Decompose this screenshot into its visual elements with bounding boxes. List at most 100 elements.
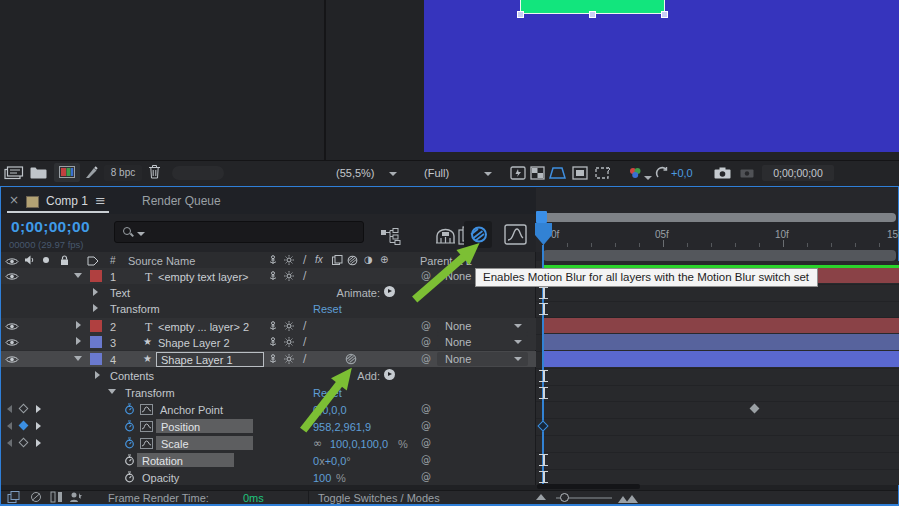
kf-next-arrow[interactable] xyxy=(36,439,41,447)
layer1-name[interactable]: <empty text layer> xyxy=(158,271,249,283)
scale-pick-whip-icon[interactable]: @ xyxy=(421,437,431,448)
selection-handle[interactable] xyxy=(661,11,668,18)
layer4-visibility-eye-icon[interactable] xyxy=(5,354,19,366)
layer3-shy-switch[interactable] xyxy=(268,337,278,349)
layer3-pick-whip-icon[interactable]: @ xyxy=(421,336,431,347)
layer3-parent-dropdown[interactable]: None xyxy=(437,335,528,349)
tab-render-queue[interactable]: Render Queue xyxy=(142,194,221,208)
toggle-switches-modes-button[interactable]: Toggle Switches / Modes xyxy=(318,492,440,504)
transform1-label[interactable]: Transform xyxy=(110,303,160,315)
opacity-value[interactable]: 100 xyxy=(313,472,331,484)
preview-time-field[interactable]: 0;00;00;00 xyxy=(762,165,834,181)
transform2-chevron[interactable] xyxy=(108,389,116,394)
layer2-collapse-switch[interactable] xyxy=(284,321,294,333)
position-label[interactable]: Position xyxy=(161,421,200,433)
layer1-quality-switch[interactable]: / xyxy=(303,270,306,281)
work-area-bar[interactable] xyxy=(543,250,896,261)
layer4-expand-chevron[interactable] xyxy=(74,356,82,361)
pan-behind-icon[interactable] xyxy=(594,166,611,182)
anchor-graph-icon[interactable] xyxy=(140,404,153,417)
layer1-visibility-eye-icon[interactable] xyxy=(5,271,19,283)
opacity-pick-whip-icon[interactable]: @ xyxy=(421,471,431,482)
kf-prev-arrow[interactable] xyxy=(7,422,12,430)
transfer-controls-icon[interactable] xyxy=(50,491,63,505)
layer3-quality-switch[interactable]: / xyxy=(303,336,306,347)
contents-label[interactable]: Contents xyxy=(110,370,154,382)
layer3-duration-bar[interactable] xyxy=(543,334,899,350)
current-time-display[interactable]: 0;00;00;00 xyxy=(11,218,90,236)
transform2-label[interactable]: Transform xyxy=(125,387,175,399)
mask-visibility-icon[interactable] xyxy=(549,166,566,182)
layer3-label-swatch[interactable] xyxy=(90,336,102,348)
shy-toggle-icon[interactable] xyxy=(30,491,42,505)
layer1-collapse-switch[interactable] xyxy=(284,271,294,283)
layer2-quality-switch[interactable]: / xyxy=(303,320,306,331)
scale-graph-icon[interactable] xyxy=(140,438,153,451)
render-time-icon[interactable] xyxy=(69,491,83,505)
channel-icon[interactable] xyxy=(628,167,643,182)
rotation-pick-whip-icon[interactable]: @ xyxy=(421,454,431,465)
constrain-proportions-icon[interactable]: ∞ xyxy=(313,437,322,450)
comp-flowchart-icon[interactable] xyxy=(380,228,403,247)
rotation-value[interactable]: 0x+0,0° xyxy=(313,455,351,467)
contents-chevron[interactable] xyxy=(95,371,100,379)
render-icon[interactable] xyxy=(84,165,99,182)
layer3-expand-chevron[interactable] xyxy=(76,337,81,345)
folder-icon[interactable] xyxy=(30,166,47,181)
rotation-label[interactable]: Rotation xyxy=(142,455,183,467)
layer1-shy-switch[interactable] xyxy=(268,271,278,283)
exposure-icon[interactable] xyxy=(655,166,669,182)
region-of-interest-icon[interactable] xyxy=(572,166,588,182)
resolution-dropdown[interactable]: (Full) xyxy=(424,167,449,179)
layer2-name[interactable]: <empty ... layer> 2 xyxy=(158,321,249,333)
layer2-duration-bar[interactable] xyxy=(543,318,899,333)
fast-previews-icon[interactable] xyxy=(510,166,526,182)
layer4-pick-whip-icon[interactable]: @ xyxy=(421,353,431,364)
position-graph-icon[interactable] xyxy=(140,421,153,434)
bit-depth-button[interactable]: 8 bpc xyxy=(104,165,142,181)
layer4-duration-bar[interactable] xyxy=(543,351,899,367)
layer4-shy-switch[interactable] xyxy=(268,354,278,366)
expand-layers-icon[interactable] xyxy=(7,491,20,505)
panel-menu-icon[interactable]: ≡ xyxy=(95,193,106,208)
layer3-collapse-switch[interactable] xyxy=(284,337,294,349)
position-value[interactable]: 958,2,961,9 xyxy=(313,421,371,433)
search-input[interactable] xyxy=(114,221,364,243)
time-navigator-bar[interactable] xyxy=(543,213,896,222)
kf-next-arrow[interactable] xyxy=(36,405,41,413)
layer4-parent-dropdown[interactable]: None xyxy=(437,352,528,366)
kf-next-arrow[interactable] xyxy=(36,422,41,430)
show-snapshot-icon[interactable] xyxy=(740,168,754,181)
text-group-chevron[interactable] xyxy=(93,288,98,296)
transform1-reset-link[interactable]: Reset xyxy=(313,303,342,315)
opacity-label[interactable]: Opacity xyxy=(142,472,179,484)
exposure-value[interactable]: +0,0 xyxy=(671,167,693,179)
layer2-parent-dropdown[interactable]: None xyxy=(437,319,528,333)
footage-icon[interactable] xyxy=(4,166,24,182)
kf-prev-arrow[interactable] xyxy=(7,405,12,413)
layer2-pick-whip-icon[interactable]: @ xyxy=(421,320,431,331)
layer2-expand-chevron[interactable] xyxy=(76,321,81,329)
graph-editor-icon[interactable] xyxy=(504,224,527,247)
layer2-label-swatch[interactable] xyxy=(90,320,102,332)
text-group-label[interactable]: Text xyxy=(110,287,130,299)
scale-value[interactable]: 100,0,100,0 xyxy=(330,438,388,450)
layer2-shy-switch[interactable] xyxy=(268,321,278,333)
layer1-label-swatch[interactable] xyxy=(90,270,102,282)
close-icon[interactable]: × xyxy=(9,193,19,207)
layer4-collapse-switch[interactable] xyxy=(284,354,294,366)
layer4-quality-switch[interactable]: / xyxy=(303,353,306,364)
trash-icon[interactable] xyxy=(148,164,161,181)
layer4-label-swatch[interactable] xyxy=(90,353,102,365)
layer2-visibility-eye-icon[interactable] xyxy=(5,321,19,333)
add-menu-button[interactable] xyxy=(384,369,395,380)
selection-handle[interactable] xyxy=(589,11,596,18)
kf-prev-arrow[interactable] xyxy=(7,439,12,447)
draft-3d-icon[interactable] xyxy=(435,227,456,246)
selection-handle[interactable] xyxy=(517,11,524,18)
composition-viewport[interactable] xyxy=(424,0,899,152)
anchor-point-label[interactable]: Anchor Point xyxy=(160,404,223,416)
horizontal-scrollbar[interactable] xyxy=(537,484,640,489)
zoom-slider-knob[interactable] xyxy=(560,493,569,502)
zoom-in-mountains-icon[interactable] xyxy=(618,493,638,505)
